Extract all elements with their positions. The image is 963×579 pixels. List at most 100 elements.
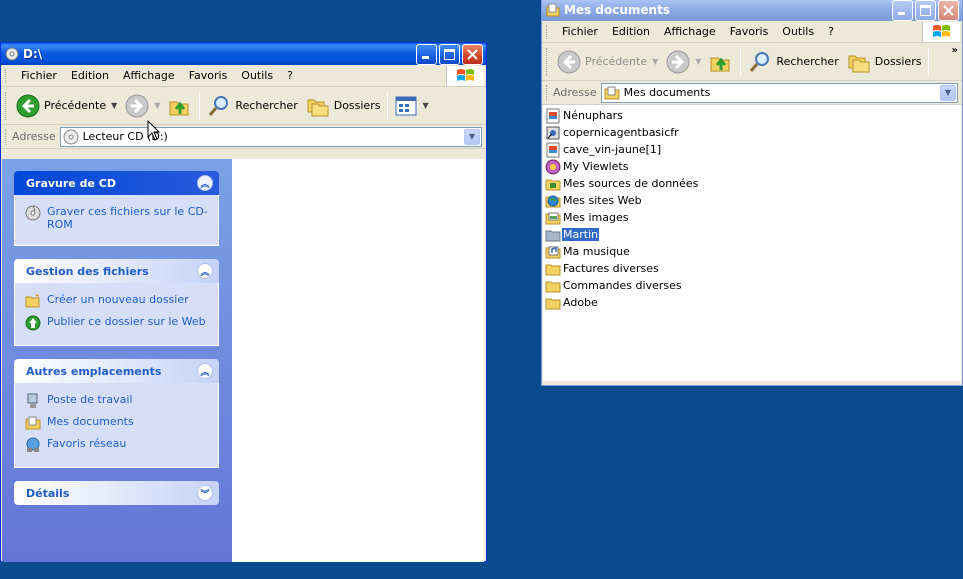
views-button[interactable]: ▼	[391, 91, 432, 121]
menu-edition[interactable]: Edition	[605, 25, 657, 38]
address-dropdown-button[interactable]: ▼	[464, 128, 480, 145]
forward-button[interactable]: ▼	[662, 47, 705, 77]
toolbar-grip[interactable]	[5, 91, 8, 120]
menu-outils[interactable]: Outils	[775, 25, 821, 38]
collapse-icon[interactable]: ︽	[197, 263, 213, 279]
task-publish-web[interactable]: Publier ce dossier sur le Web	[25, 315, 208, 331]
back-button[interactable]: Précédente ▼	[553, 47, 662, 77]
menu-edition[interactable]: Edition	[64, 69, 116, 82]
file-list-item[interactable]: Commandes diverses	[543, 277, 961, 294]
menu-fichier[interactable]: Fichier	[555, 25, 605, 38]
panel-body: Poste de travail Mes documents Favoris r…	[14, 383, 219, 468]
file-list-item[interactable]: Nénuphars	[543, 107, 961, 124]
cd-drive-window[interactable]: D:\ Fichier Edition Affichage Favoris Ou…	[0, 42, 487, 562]
panel-other-places: Autres emplacements ︽ Poste de travail M…	[14, 359, 219, 468]
viewlets-folder-icon	[545, 159, 561, 174]
chevron-down-icon[interactable]: ▼	[154, 101, 160, 110]
back-button[interactable]: Précédente ▼	[12, 91, 121, 121]
folders-icon	[307, 99, 329, 116]
chevron-down-icon[interactable]: ▼	[695, 57, 701, 66]
panel-header[interactable]: Détails ︾	[14, 481, 219, 505]
address-input[interactable]: Lecteur CD (D:) ▼	[59, 126, 482, 147]
task-network-places[interactable]: Favoris réseau	[25, 437, 208, 453]
task-my-computer[interactable]: Poste de travail	[25, 393, 208, 409]
file-list-item[interactable]: Factures diverses	[543, 260, 961, 277]
chevron-down-icon: ▼	[468, 132, 476, 141]
task-pane: Gravure de CD ︽ Graver ces fichiers sur …	[2, 159, 232, 562]
chevron-down-icon[interactable]: ▼	[422, 101, 428, 110]
panel-file-management: Gestion des fichiers ︽ Créer un nouveau …	[14, 259, 219, 346]
folder-up-icon	[710, 57, 730, 71]
menu-affichage[interactable]: Affichage	[657, 25, 723, 38]
file-list-item[interactable]: Ma musique	[543, 243, 961, 260]
search-button[interactable]: Rechercher	[203, 91, 301, 121]
forward-button[interactable]: ▼	[121, 91, 164, 121]
task-my-documents[interactable]: Mes documents	[25, 415, 208, 431]
my-documents-window[interactable]: Mes documents Fichier Edition Affichage …	[541, 0, 963, 386]
task-label: Mes documents	[47, 415, 134, 428]
panel-title: Gravure de CD	[26, 176, 116, 190]
file-list-item[interactable]: Martin	[543, 226, 961, 243]
menu-help[interactable]: ?	[280, 69, 300, 82]
collapse-icon[interactable]: ︽	[197, 175, 213, 191]
toolbar-grip[interactable]	[546, 24, 549, 39]
back-arrow-icon	[557, 50, 581, 73]
panel-title: Autres emplacements	[26, 364, 162, 378]
file-list-item[interactable]: Mes sources de données	[543, 175, 961, 192]
panel-header[interactable]: Autres emplacements ︽	[14, 359, 219, 383]
folders-button[interactable]: Dossiers	[302, 91, 385, 121]
task-burn-cd[interactable]: Graver ces fichiers sur le CD-ROM	[25, 205, 208, 231]
folders-button[interactable]: Dossiers	[843, 47, 926, 77]
file-list-item[interactable]: My Viewlets	[543, 158, 961, 175]
mouse-cursor-icon	[147, 120, 161, 141]
maximize-button[interactable]	[915, 0, 936, 21]
close-button[interactable]	[462, 43, 483, 65]
folder-icon	[545, 264, 561, 275]
panel-header[interactable]: Gravure de CD ︽	[14, 171, 219, 195]
up-folder-button[interactable]	[705, 47, 737, 77]
menu-fichier[interactable]: Fichier	[14, 69, 64, 82]
file-name: My Viewlets	[563, 160, 629, 173]
cd-burn-icon	[25, 205, 41, 221]
file-list-item[interactable]: cave_vin-jaune[1]	[543, 141, 961, 158]
file-list-item[interactable]: Mes images	[543, 209, 961, 226]
chevron-down-icon[interactable]: ▼	[111, 101, 117, 110]
maximize-button[interactable]	[439, 43, 460, 65]
toolbar-grip[interactable]	[546, 47, 549, 76]
back-label: Précédente	[585, 55, 648, 68]
address-dropdown-button[interactable]: ▼	[940, 84, 956, 101]
minimize-button[interactable]	[416, 43, 437, 65]
address-label: Adresse	[553, 86, 597, 99]
search-icon	[750, 51, 770, 72]
menu-outils[interactable]: Outils	[234, 69, 280, 82]
menu-affichage[interactable]: Affichage	[116, 69, 182, 82]
address-input[interactable]: Mes documents ▼	[600, 82, 958, 103]
file-list-item[interactable]: Mes sites Web	[543, 192, 961, 209]
file-name: Factures diverses	[563, 262, 659, 275]
file-list-item[interactable]: Adobe	[543, 294, 961, 311]
close-button[interactable]	[938, 0, 959, 21]
menu-help[interactable]: ?	[821, 25, 841, 38]
menu-favoris[interactable]: Favoris	[182, 69, 235, 82]
panel-header[interactable]: Gestion des fichiers ︽	[14, 259, 219, 283]
up-folder-button[interactable]	[164, 91, 196, 121]
toolbar-separator	[928, 47, 930, 76]
collapse-icon[interactable]: ︽	[197, 363, 213, 379]
toolbar-separator	[199, 91, 201, 120]
chevron-down-icon[interactable]: ▼	[652, 57, 658, 66]
search-button[interactable]: Rechercher	[744, 47, 842, 77]
documents-folder-icon	[604, 86, 620, 99]
file-list-item[interactable]: copernicagentbasicfr	[543, 124, 961, 141]
windows-flag-icon	[932, 25, 950, 37]
expand-icon[interactable]: ︾	[197, 485, 213, 501]
title-bar[interactable]: Mes documents	[542, 0, 962, 21]
file-view-area[interactable]	[232, 159, 484, 562]
task-new-folder[interactable]: Créer un nouveau dossier	[25, 293, 208, 309]
toolbar-overflow-button[interactable]: »	[952, 45, 958, 56]
toolbar-grip[interactable]	[5, 68, 8, 83]
file-list[interactable]: Nénuphars copernicagentbasicfr cave_vin-ja…	[543, 105, 961, 381]
minimize-button[interactable]	[892, 0, 913, 21]
menu-favoris[interactable]: Favoris	[723, 25, 776, 38]
file-name: copernicagentbasicfr	[563, 126, 679, 139]
title-bar[interactable]: D:\	[1, 43, 486, 65]
